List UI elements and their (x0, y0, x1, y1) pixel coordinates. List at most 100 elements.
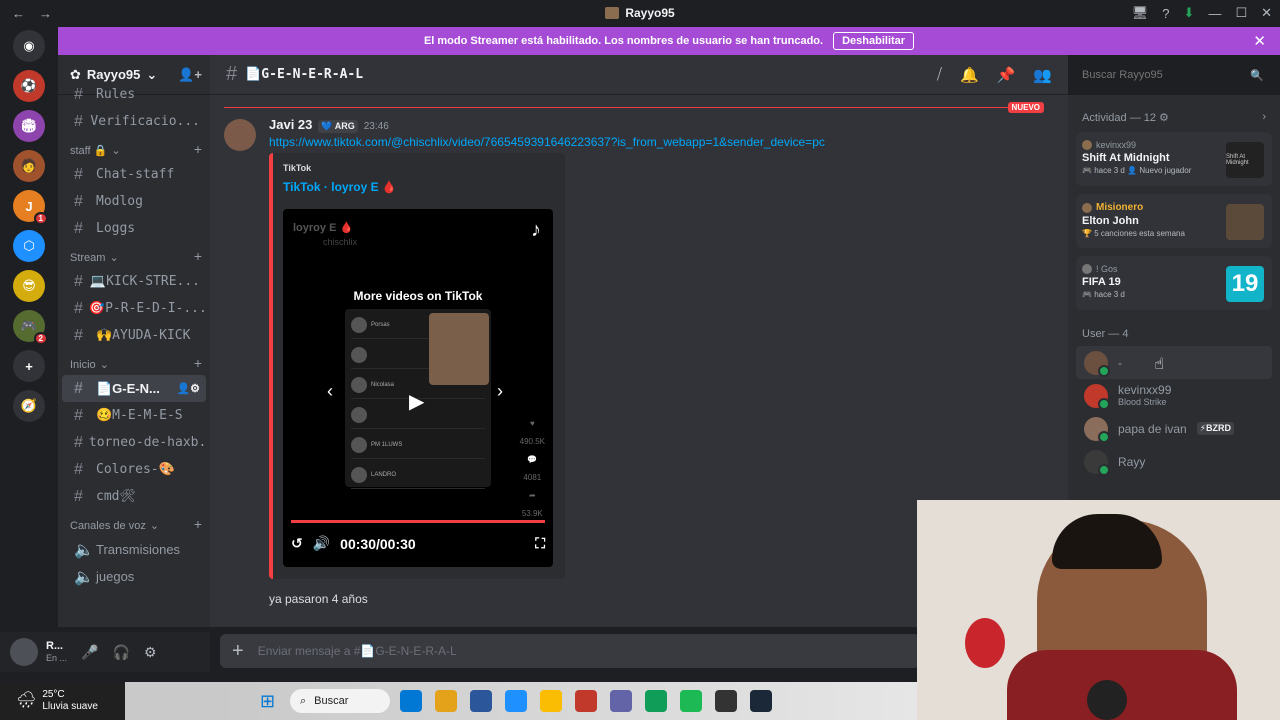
volume-icon[interactable]: 🔊 (313, 535, 330, 552)
search-box[interactable]: 🔍 (1074, 64, 1272, 86)
avatar[interactable] (10, 638, 38, 666)
download-icon[interactable]: ⬇ (1184, 5, 1195, 21)
channel-item[interactable]: # Rules (62, 81, 206, 108)
chevron-right-icon[interactable]: › (1262, 111, 1266, 124)
message-input[interactable] (257, 644, 858, 658)
headset-icon[interactable]: 🎧 (112, 644, 129, 661)
minimize-button[interactable]: — (1208, 6, 1221, 21)
chevron-right-icon[interactable]: › (497, 381, 503, 402)
add-channel-icon[interactable]: + (194, 141, 202, 157)
help-icon[interactable]: ? (1162, 6, 1169, 21)
server-icon[interactable]: 😎 (13, 270, 45, 302)
server-icon[interactable]: ⚽ (13, 70, 45, 102)
taskbar-search-label: Buscar (314, 695, 349, 707)
channel-category[interactable]: Stream ⌄ + (58, 242, 210, 268)
taskbar-app-icon[interactable] (680, 690, 702, 712)
new-messages-tag: NUEVO (1007, 102, 1044, 113)
channel-category[interactable]: Canales de voz ⌄ + (58, 510, 210, 536)
add-channel-icon[interactable]: + (194, 355, 202, 371)
windows-start-icon[interactable]: ⊞ (260, 691, 280, 711)
channel-item[interactable]: # cmd🛠 (62, 483, 206, 510)
channel-item[interactable]: # Verificacio... (62, 108, 206, 135)
taskbar-app-icon[interactable] (400, 690, 422, 712)
pin-icon[interactable]: 📌 (997, 66, 1016, 84)
taskbar-app-icon[interactable] (540, 690, 562, 712)
member-item[interactable]: Rayy (1068, 445, 1280, 478)
attach-plus-icon[interactable]: + (232, 640, 244, 663)
add-channel-icon[interactable]: + (194, 248, 202, 264)
activity-thumbnail: 19 (1226, 266, 1264, 302)
taskbar-app-icon[interactable] (610, 690, 632, 712)
activity-card[interactable]: Misionero Elton John 🏆 5 canciones esta … (1076, 194, 1272, 248)
search-input[interactable] (1082, 69, 1242, 81)
forward-arrow-icon[interactable]: → (39, 6, 52, 21)
webcam-overlay (917, 500, 1280, 720)
settings-gear-icon[interactable]: ⚙ (144, 644, 157, 661)
channel-item[interactable]: # 🥴M-E-M-E-S (62, 402, 206, 429)
replay-icon[interactable]: ↺ (291, 535, 303, 552)
hash-icon: # (74, 192, 83, 210)
server-icon[interactable]: ⬡ (13, 230, 45, 262)
weather-widget[interactable]: 🌧 25°C Lluvia suave (0, 682, 125, 720)
close-window-button[interactable]: ✕ (1261, 5, 1272, 21)
message-link[interactable]: https://www.tiktok.com/@chischlix/video/… (269, 135, 825, 149)
close-icon[interactable]: ✕ (1253, 32, 1266, 50)
member-item[interactable]: papa de ivan ⚡BZRD (1068, 412, 1280, 445)
channel-item[interactable]: # Modlog (62, 188, 206, 215)
channel-item[interactable]: 🔈 Transmisiones (62, 536, 206, 563)
back-arrow-icon[interactable]: ← (12, 6, 25, 21)
member-item[interactable]: - ☝ (1076, 346, 1272, 379)
channel-item[interactable]: # Chat-staff (62, 161, 206, 188)
activity-card[interactable]: kevinxx99 Shift At Midnight 🎮 hace 3 d 👤… (1076, 132, 1272, 186)
server-icon[interactable]: 🏟 (13, 110, 45, 142)
add-member-icon[interactable]: 👤+ (178, 67, 202, 83)
server-tag-badge[interactable]: 💙 ARG (318, 120, 358, 133)
channel-settings-icon[interactable]: 👤⚙ (176, 382, 200, 395)
disable-streamer-button[interactable]: Deshabilitar (833, 32, 915, 50)
channel-item[interactable]: # torneo-de-haxb... (62, 429, 206, 456)
server-icon[interactable]: 🎮 2 (13, 310, 48, 345)
server-icon[interactable]: J1 (13, 190, 48, 225)
channel-item[interactable]: 🔈 juegos (62, 563, 206, 590)
video-progress-bar[interactable] (291, 520, 545, 523)
taskbar-search[interactable]: ⌕ Buscar (290, 689, 390, 713)
fullscreen-icon[interactable]: ⛶ (535, 535, 545, 552)
channel-item[interactable]: # 📄G-E-N... 👤⚙ (62, 375, 206, 402)
taskbar-app-icon[interactable] (505, 690, 527, 712)
add-channel-icon[interactable]: + (194, 516, 202, 532)
message-author[interactable]: Javi 23 (269, 117, 312, 132)
channel-category[interactable]: Inicio ⌄ + (58, 349, 210, 375)
play-icon[interactable]: ▶ (409, 389, 424, 414)
embed-title[interactable]: TikTok · loyroy E 🩸 (283, 180, 397, 194)
taskbar-app-icon[interactable] (470, 690, 492, 712)
maximize-button[interactable]: ☐ (1235, 5, 1247, 21)
taskbar-app-icon[interactable] (750, 690, 772, 712)
bell-icon[interactable]: 🔔 (960, 66, 979, 84)
taskbar-app-icon[interactable] (645, 690, 667, 712)
channel-item[interactable]: # 🎯P-R-E-D-I-... (62, 295, 206, 322)
activity-card[interactable]: ! Gos FIFA 19 🎮 hace 3 d 19 (1076, 256, 1272, 310)
member-list-icon[interactable]: 👥 (1033, 66, 1052, 84)
channel-category[interactable]: staff 🔒 ⌄ + (58, 135, 210, 161)
discord-home-icon[interactable]: ◉ (13, 30, 45, 62)
channel-item[interactable]: # Colores-🎨 (62, 456, 206, 483)
taskbar-app-icon[interactable] (435, 690, 457, 712)
server-icon[interactable]: + (13, 350, 45, 382)
avatar[interactable] (224, 119, 256, 151)
taskbar-app-icon[interactable] (715, 690, 737, 712)
server-icon[interactable]: 🧭 (13, 390, 45, 422)
member-item[interactable]: kevinxx99 Blood Strike (1068, 379, 1280, 412)
video-player[interactable]: loyroy E 🩸 chischlix ♪ More videos on Ti… (283, 209, 553, 567)
microphone-muted-icon[interactable]: 🎤 (81, 644, 98, 661)
chevron-down-icon: ⌄ (99, 359, 109, 371)
user-info[interactable]: R... En ... (46, 640, 67, 664)
inbox-icon[interactable]: 🖥 (1132, 5, 1149, 21)
channel-item[interactable]: # 🙌AYUDA-KICK (62, 322, 206, 349)
chevron-left-icon[interactable]: ‹ (327, 381, 333, 402)
channel-item[interactable]: # 💻KICK-STRE... (62, 268, 206, 295)
message-header: Javi 23 💙 ARG 23:46 (269, 117, 389, 133)
channel-item[interactable]: # Loggs (62, 215, 206, 242)
threads-icon[interactable]: ⧸ (937, 66, 942, 84)
server-icon[interactable]: 🧑 (13, 150, 45, 182)
taskbar-app-icon[interactable] (575, 690, 597, 712)
